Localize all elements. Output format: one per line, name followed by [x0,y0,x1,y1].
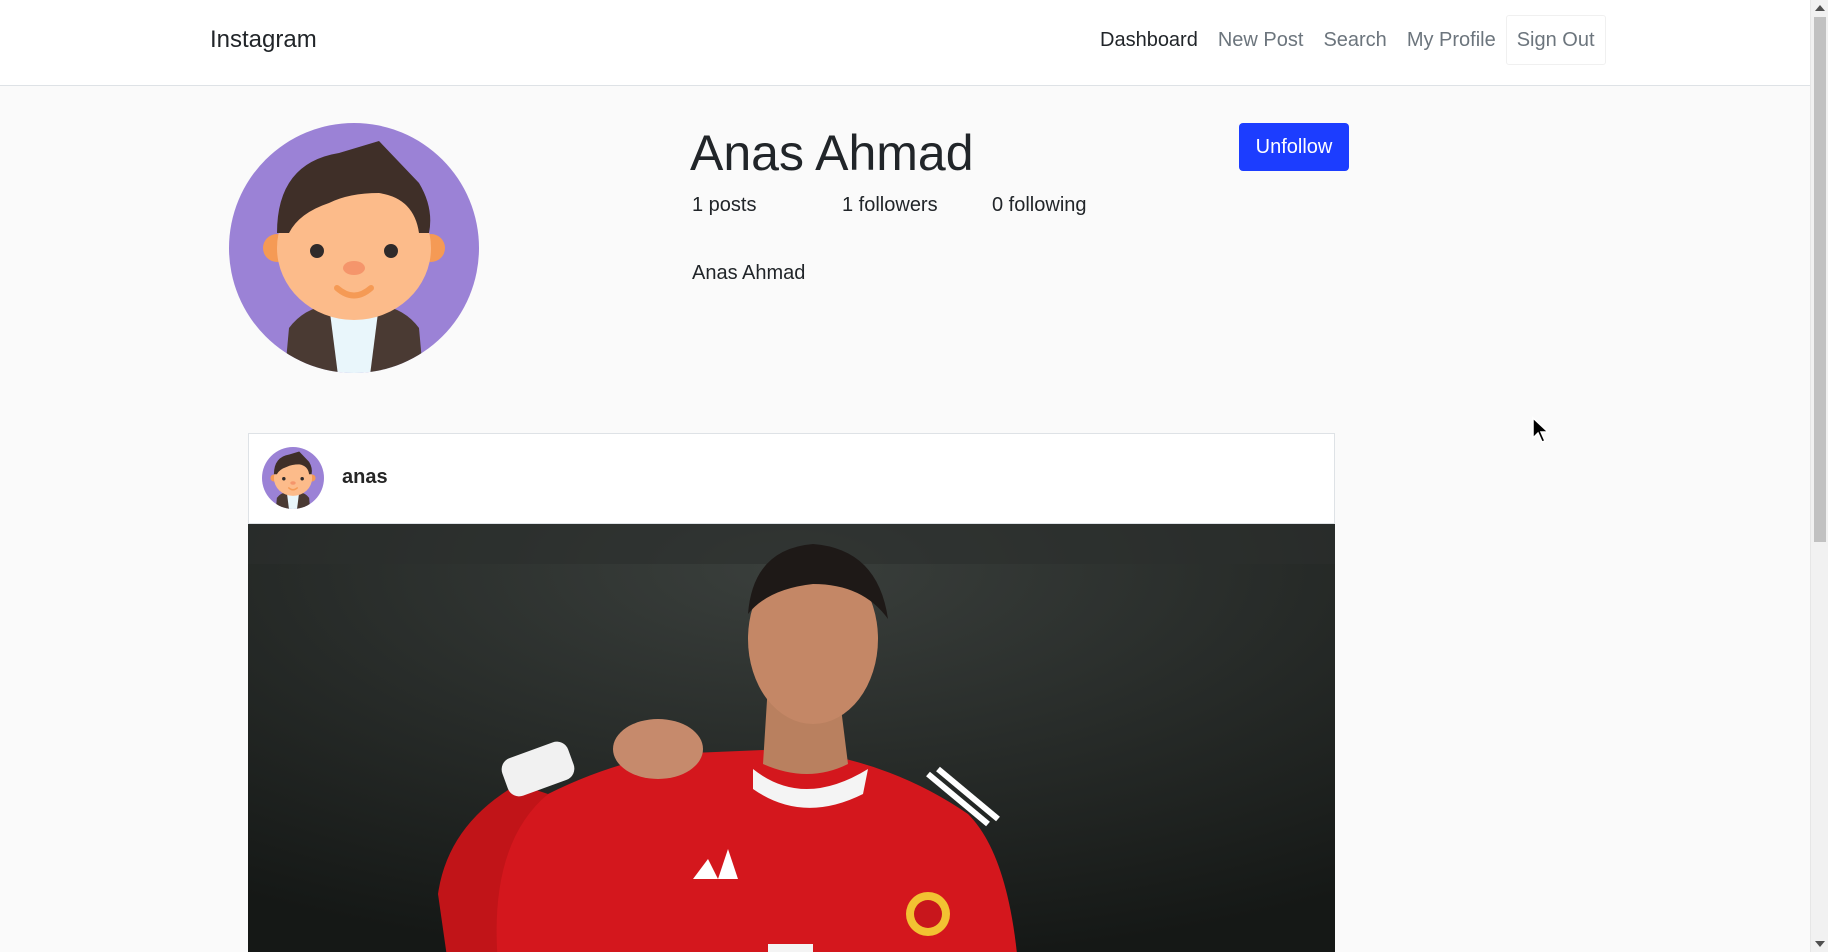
profile-bio: Anas Ahmad [692,262,806,284]
followers-count[interactable]: 1 followers [842,194,938,217]
unfollow-button[interactable]: Unfollow [1239,123,1349,171]
page-scrollbar[interactable] [1810,0,1828,952]
scroll-thumb[interactable] [1814,17,1826,542]
following-count[interactable]: 0 following [992,194,1087,217]
post-avatar-icon[interactable] [262,447,324,509]
nav-search[interactable]: Search [1313,22,1396,58]
page: Instagram Dashboard New Post Search My P… [0,0,1828,952]
sign-out-button[interactable]: Sign Out [1505,15,1606,65]
post-photo[interactable] [248,524,1335,952]
mouse-cursor-icon [1532,416,1550,443]
nav-my-profile[interactable]: My Profile [1397,22,1506,58]
navbar: Instagram Dashboard New Post Search My P… [0,0,1810,86]
post-username[interactable]: anas [342,466,388,489]
posts-count: 1 posts [692,194,757,216]
brand-logo[interactable]: Instagram [210,22,317,58]
nav-dashboard[interactable]: Dashboard [1090,22,1208,58]
post-card: anas [248,433,1335,952]
nav-new-post[interactable]: New Post [1208,22,1314,58]
scroll-up-icon[interactable] [1815,5,1825,11]
profile-avatar-icon [229,123,479,373]
post-header: anas [249,434,1334,524]
scroll-down-icon[interactable] [1815,941,1825,947]
nav-links: Dashboard New Post Search My Profile Sig… [1090,15,1606,65]
profile-name: Anas Ahmad [690,125,974,181]
post-photo-image [248,524,1335,952]
